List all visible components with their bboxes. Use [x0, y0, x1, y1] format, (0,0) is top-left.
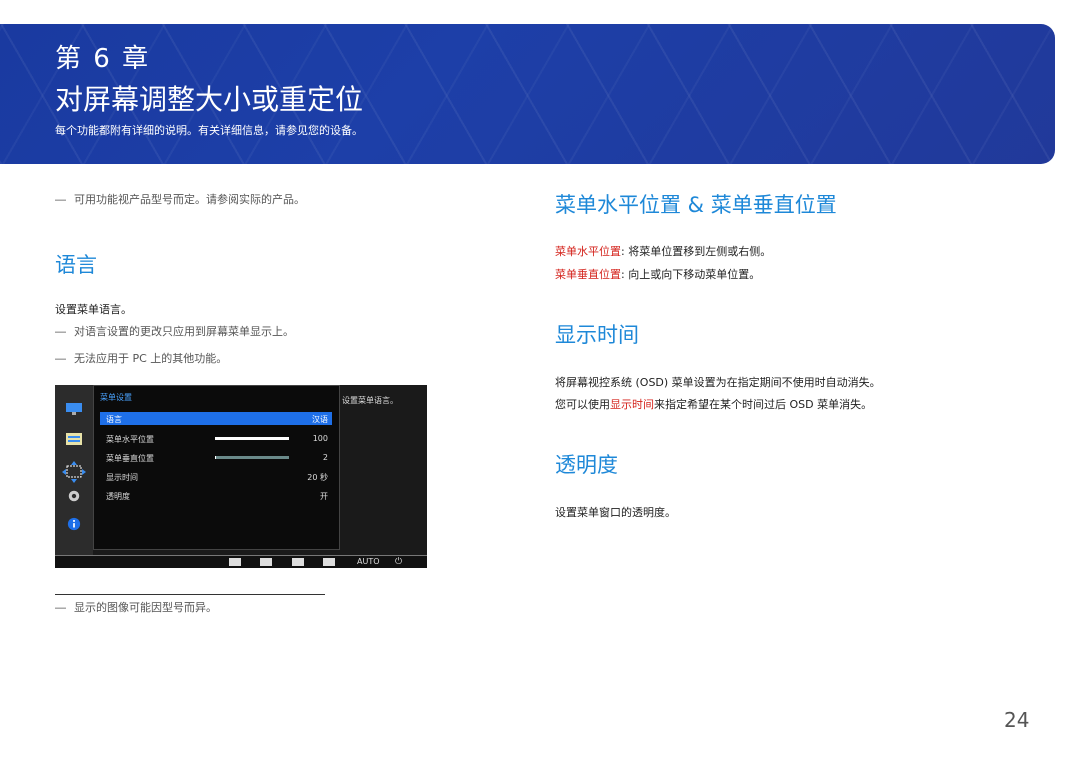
- position-heading: 菜单水平位置 & 菜单垂直位置: [555, 193, 837, 217]
- osd-menu-header: 菜单设置: [100, 393, 132, 402]
- language-description: 设置菜单语言。: [55, 303, 132, 316]
- picture-icon: [66, 433, 82, 445]
- osd-screenshot: 菜单设置 语言 汉语 菜单水平位置 100 菜单垂直位置 2 显示时间 20 秒…: [55, 385, 427, 568]
- page-title: 对屏幕调整大小或重定位: [55, 83, 364, 116]
- transparency-desc: 设置菜单窗口的透明度。: [555, 506, 676, 519]
- osd-help-text: 设置菜单语言。: [342, 396, 398, 405]
- footnote-divider: [55, 594, 325, 595]
- osd-row-v-position[interactable]: 菜单垂直位置 2: [100, 451, 332, 464]
- v-position-desc: 菜单垂直位置: 向上或向下移动菜单位置。: [555, 268, 761, 281]
- display-time-heading: 显示时间: [555, 323, 639, 347]
- v-position-slider[interactable]: [215, 456, 289, 459]
- page-subtitle: 每个功能都附有详细的说明。有关详细信息，请参见您的设备。: [55, 124, 363, 137]
- up-button-icon[interactable]: [292, 558, 304, 566]
- chapter-number: 第 6 章: [55, 44, 151, 74]
- info-icon: [67, 517, 81, 531]
- monitor-icon: [66, 403, 82, 415]
- osd-row-display-time[interactable]: 显示时间 20 秒: [100, 470, 332, 483]
- language-note-2: ― 无法应用于 PC 上的其他功能。: [55, 352, 228, 365]
- down-button-icon[interactable]: [260, 558, 272, 566]
- language-note-1: ― 对语言设置的更改只应用到屏幕菜单显示上。: [55, 325, 294, 338]
- osd-icon-bar: [55, 385, 93, 555]
- availability-note: ― 可用功能视产品型号而定。请参阅实际的产品。: [55, 193, 305, 206]
- enter-button-icon[interactable]: [323, 558, 335, 566]
- osd-row-language[interactable]: 语言 汉语: [100, 412, 332, 425]
- page-number: 24: [1004, 708, 1030, 732]
- transparency-heading: 透明度: [555, 453, 618, 477]
- power-icon[interactable]: ⏻: [395, 557, 402, 567]
- osd-row-transparency[interactable]: 透明度 开: [100, 489, 332, 502]
- language-heading: 语言: [55, 253, 97, 277]
- auto-button[interactable]: AUTO: [357, 557, 380, 566]
- osd-row-h-position[interactable]: 菜单水平位置 100: [100, 432, 332, 445]
- display-time-desc-1: 将屏幕视控系统 (OSD) 菜单设置为在指定期间不使用时自动消失。: [555, 376, 881, 389]
- osd-button-bar: AUTO ⏻: [55, 555, 427, 568]
- chapter-banner: 第 6 章 对屏幕调整大小或重定位 每个功能都附有详细的说明。有关详细信息，请参…: [0, 24, 1055, 164]
- position-icon: [62, 461, 86, 483]
- h-position-desc: 菜单水平位置: 将菜单位置移到左侧或右侧。: [555, 245, 772, 258]
- h-position-slider[interactable]: [215, 437, 289, 440]
- display-time-desc-2: 您可以使用显示时间来指定希望在某个时间过后 OSD 菜单消失。: [555, 398, 873, 411]
- image-note: ― 显示的图像可能因型号而异。: [55, 601, 217, 614]
- gear-icon: [68, 490, 80, 502]
- close-button-icon[interactable]: [229, 558, 241, 566]
- osd-menu-panel: 菜单设置 语言 汉语 菜单水平位置 100 菜单垂直位置 2 显示时间 20 秒…: [93, 385, 340, 550]
